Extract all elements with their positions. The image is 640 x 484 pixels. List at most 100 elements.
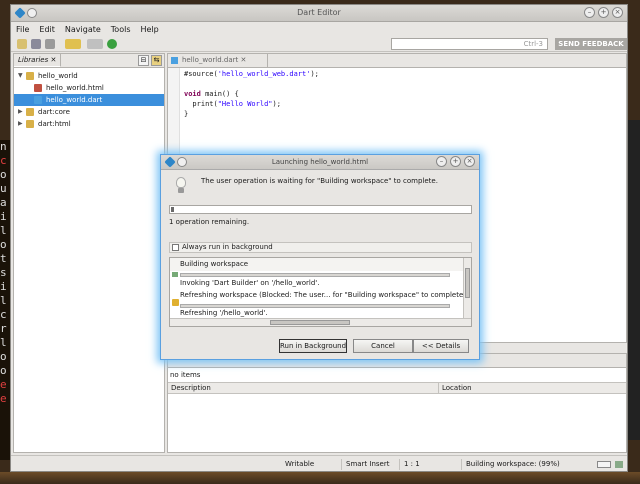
code-token: print(	[184, 100, 218, 108]
tree-item-label: dart:html	[38, 120, 71, 128]
details-button[interactable]: << Details	[413, 339, 469, 353]
tree-item-dart-core[interactable]: ▶ dart:core	[14, 106, 164, 118]
library-icon	[26, 72, 34, 80]
library-icon	[26, 120, 34, 128]
job-list: Building workspace Invoking 'Dart Builde…	[169, 257, 472, 327]
status-writable: Writable	[285, 460, 315, 468]
job-detail: Invoking 'Dart Builder' on '/hello_world…	[180, 279, 320, 287]
cancel-button[interactable]: Cancel	[353, 339, 413, 353]
minimize-icon[interactable]: –	[584, 7, 595, 18]
tree-item-label: hello_world	[38, 72, 78, 80]
save-all-icon[interactable]	[45, 39, 55, 49]
job-progress-bar	[180, 273, 450, 277]
lock-icon	[172, 299, 179, 306]
forward-icon[interactable]	[87, 39, 103, 49]
tree-item-hello-world[interactable]: ▼ hello_world	[14, 70, 164, 82]
collapsed-chevron-icon[interactable]: ▶	[18, 106, 23, 118]
search-input[interactable]: Ctrl-3	[391, 38, 548, 50]
link-editor-icon[interactable]: ⇆	[151, 55, 162, 66]
status-insert-mode: Smart Insert	[341, 459, 389, 470]
code-line: void main() {	[184, 89, 319, 99]
background-right-strip	[626, 120, 640, 440]
tree-item-hello-world-dart[interactable]: hello_world.dart	[14, 94, 164, 106]
run-in-background-button[interactable]: Run in Background	[279, 339, 347, 353]
tab-libraries-label: Libraries	[18, 56, 49, 64]
libraries-panel-header: Libraries ✕ ⊟ ⇆	[14, 54, 164, 68]
problems-table-header: Description Location	[168, 382, 626, 394]
library-icon	[26, 108, 34, 116]
dialog-title: Launching hello_world.html	[271, 158, 369, 166]
collapse-all-icon[interactable]: ⊟	[138, 55, 149, 66]
toolbar: Ctrl-3 SEND FEEDBACK	[11, 36, 627, 52]
run-icon[interactable]	[107, 39, 117, 49]
always-background-option[interactable]: Always run in background	[169, 242, 472, 253]
job-list-hscrollbar[interactable]	[170, 318, 471, 326]
menu-edit[interactable]: Edit	[39, 25, 55, 34]
menu-file[interactable]: File	[16, 25, 29, 34]
dart-file-icon	[171, 57, 178, 64]
job-blocked: Refreshing workspace (Blocked: The user.…	[180, 291, 469, 299]
open-folder-icon[interactable]	[65, 39, 81, 49]
code-token: }	[184, 110, 189, 118]
code-token: main() {	[200, 90, 239, 98]
tree-item-hello-world-html[interactable]: hello_world.html	[14, 82, 164, 94]
launching-dialog: Launching hello_world.html – + × The use…	[160, 154, 480, 360]
status-progress: Building workspace: (99%)	[461, 459, 560, 470]
menu-navigate[interactable]: Navigate	[65, 25, 101, 34]
build-icon	[172, 272, 178, 277]
tab-libraries[interactable]: Libraries ✕	[14, 54, 62, 67]
minimize-icon[interactable]: –	[436, 156, 447, 167]
code-token: 'hello_world_web.dart'	[217, 70, 311, 78]
operations-remaining: 1 operation remaining.	[169, 218, 250, 226]
editor-tab-label: hello_world.dart	[182, 56, 239, 64]
maximize-icon[interactable]: +	[598, 7, 609, 18]
progress-view-icon[interactable]	[597, 461, 611, 468]
job-list-vscrollbar[interactable]	[463, 258, 471, 326]
window-title: Dart Editor	[297, 8, 341, 17]
lightbulb-icon	[175, 177, 187, 195]
job-refreshing: Refreshing '/hello_world'.	[180, 309, 268, 317]
hscroll-thumb[interactable]	[270, 320, 350, 325]
tree-item-dart-html[interactable]: ▶ dart:html	[14, 118, 164, 130]
save-icon[interactable]	[31, 39, 41, 49]
menu-help[interactable]: Help	[141, 25, 159, 34]
desktop-taskbar	[0, 472, 640, 484]
collapsed-chevron-icon[interactable]: ▶	[18, 118, 23, 130]
operation-progress-bar	[169, 205, 472, 214]
always-background-label: Always run in background	[182, 243, 273, 251]
dialog-message: The user operation is waiting for "Build…	[201, 177, 438, 185]
vscroll-thumb[interactable]	[465, 268, 470, 298]
dialog-titlebar[interactable]: Launching hello_world.html – + ×	[161, 155, 479, 170]
column-description[interactable]: Description	[171, 383, 211, 394]
progress-fill	[171, 207, 174, 212]
status-bar: Writable Smart Insert 1 : 1 Building wor…	[11, 455, 627, 472]
tree-item-label: hello_world.html	[46, 84, 104, 92]
status-position: 1 : 1	[399, 459, 420, 470]
code-token: );	[310, 70, 319, 78]
html-file-icon	[34, 84, 42, 92]
tab-hello-world-dart[interactable]: hello_world.dart ✕	[168, 54, 268, 67]
code-line: #source('hello_world_web.dart');	[184, 69, 319, 79]
column-location[interactable]: Location	[438, 383, 472, 394]
close-icon[interactable]: ×	[464, 156, 475, 167]
code-token: );	[272, 100, 281, 108]
window-titlebar[interactable]: Dart Editor – + ×	[11, 5, 627, 22]
code-token: void	[184, 90, 201, 98]
code-line	[184, 79, 319, 89]
send-feedback-button[interactable]: SEND FEEDBACK	[555, 38, 627, 50]
code-line: print("Hello World");	[184, 99, 319, 109]
problems-panel: no items Description Location	[167, 353, 627, 453]
expanded-chevron-icon[interactable]: ▼	[18, 70, 23, 82]
dart-file-icon	[34, 96, 42, 104]
always-background-checkbox[interactable]	[172, 244, 179, 251]
code-lines: #source('hello_world_web.dart'); void ma…	[184, 69, 319, 119]
menu-tools[interactable]: Tools	[111, 25, 131, 34]
job-progress-bar	[180, 304, 450, 308]
new-file-icon[interactable]	[17, 39, 27, 49]
code-line: }	[184, 109, 319, 119]
libraries-panel: Libraries ✕ ⊟ ⇆ ▼ hello_world hello_worl…	[13, 53, 165, 453]
progress-indicator-icon[interactable]	[615, 461, 623, 468]
maximize-icon[interactable]: +	[450, 156, 461, 167]
close-icon[interactable]: ×	[612, 7, 623, 18]
